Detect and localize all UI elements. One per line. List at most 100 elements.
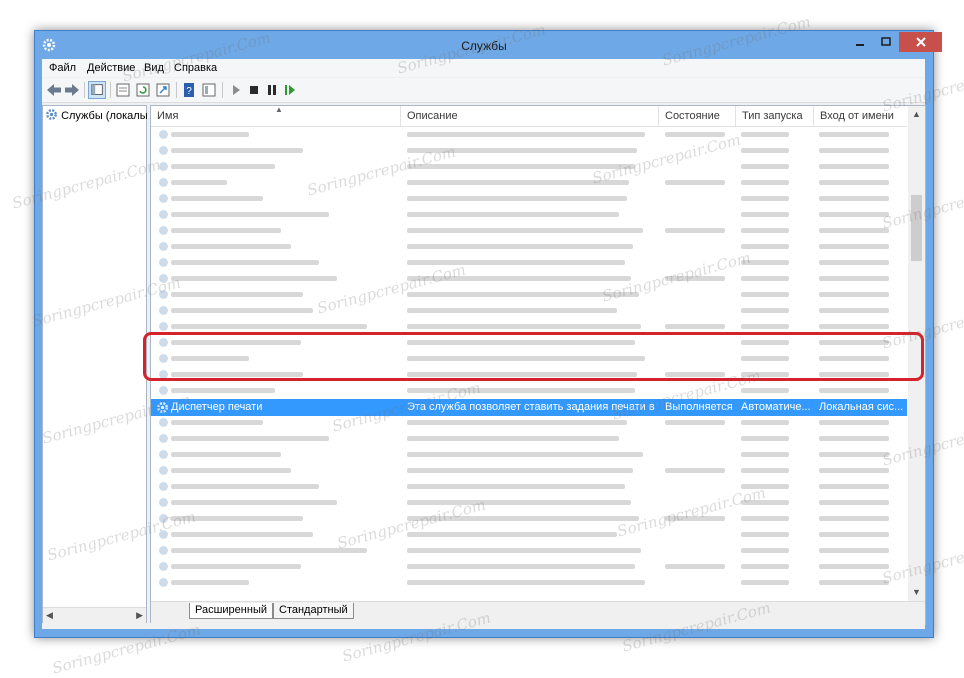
scroll-left-arrow-icon[interactable]: ◀ bbox=[46, 610, 53, 621]
menu-help[interactable]: Справка bbox=[174, 62, 217, 74]
console-tree-icon[interactable] bbox=[200, 81, 218, 99]
scroll-right-arrow-icon[interactable]: ▶ bbox=[136, 610, 143, 621]
service-row[interactable] bbox=[151, 318, 907, 334]
properties-icon[interactable] bbox=[114, 81, 132, 99]
blurred-text bbox=[407, 308, 617, 313]
blurred-text bbox=[407, 436, 619, 441]
blurred-text bbox=[665, 276, 725, 281]
column-status[interactable]: Состояние bbox=[659, 106, 736, 126]
export-list-icon[interactable] bbox=[154, 81, 172, 99]
column-startup-type[interactable]: Тип запуска bbox=[736, 106, 814, 126]
menu-view[interactable]: Вид bbox=[144, 62, 164, 74]
stop-service-icon[interactable] bbox=[245, 81, 263, 99]
blurred-text bbox=[407, 468, 633, 473]
blurred-text bbox=[741, 436, 789, 441]
blurred-text bbox=[665, 468, 725, 473]
service-row[interactable] bbox=[151, 494, 907, 510]
scroll-down-arrow-icon[interactable]: ▼ bbox=[908, 584, 925, 601]
forward-arrow-icon[interactable] bbox=[63, 81, 81, 99]
service-row[interactable] bbox=[151, 526, 907, 542]
service-row[interactable] bbox=[151, 334, 907, 350]
service-row[interactable] bbox=[151, 127, 907, 142]
selected-service-row[interactable]: Диспетчер печати Эта служба позволяет ст… bbox=[151, 399, 907, 416]
service-row[interactable] bbox=[151, 158, 907, 174]
back-arrow-icon[interactable] bbox=[45, 81, 63, 99]
blurred-text bbox=[819, 132, 889, 137]
tab-standard[interactable]: Стандартный bbox=[273, 603, 354, 619]
blurred-text bbox=[741, 356, 789, 361]
scroll-thumb[interactable] bbox=[911, 195, 922, 261]
services-rows: Диспетчер печати Эта служба позволяет ст… bbox=[151, 127, 907, 597]
start-service-icon[interactable] bbox=[227, 81, 245, 99]
service-row[interactable] bbox=[151, 462, 907, 478]
blurred-text bbox=[741, 372, 789, 377]
tree-item-services-local[interactable]: Службы (локалы bbox=[45, 108, 148, 122]
blurred-text bbox=[171, 260, 319, 265]
services-window: Службы Файл Действие Вид Справка ? Служб… bbox=[34, 30, 942, 638]
service-row[interactable] bbox=[151, 222, 907, 238]
maximize-button[interactable] bbox=[873, 32, 899, 52]
service-row[interactable] bbox=[151, 206, 907, 222]
tab-extended[interactable]: Расширенный bbox=[189, 603, 273, 619]
service-gear-icon bbox=[159, 450, 168, 459]
vertical-scrollbar[interactable]: ▲ ▼ bbox=[908, 106, 925, 601]
blurred-text bbox=[741, 132, 789, 137]
service-startup-type: Автоматиче... bbox=[741, 401, 811, 413]
service-row[interactable] bbox=[151, 542, 907, 558]
close-button[interactable] bbox=[899, 32, 942, 52]
service-row[interactable] bbox=[151, 446, 907, 462]
service-row[interactable] bbox=[151, 190, 907, 206]
service-row[interactable] bbox=[151, 254, 907, 270]
help-icon[interactable]: ? bbox=[180, 81, 198, 99]
service-row[interactable] bbox=[151, 286, 907, 302]
blurred-text bbox=[407, 244, 633, 249]
refresh-icon[interactable] bbox=[134, 81, 152, 99]
service-row[interactable] bbox=[151, 414, 907, 430]
blurred-text bbox=[407, 164, 635, 169]
service-gear-icon bbox=[159, 130, 168, 139]
blurred-text bbox=[171, 580, 249, 585]
service-row[interactable] bbox=[151, 574, 907, 590]
service-gear-icon bbox=[159, 178, 168, 187]
service-row[interactable] bbox=[151, 302, 907, 318]
service-row[interactable] bbox=[151, 478, 907, 494]
service-gear-icon bbox=[159, 386, 168, 395]
service-row[interactable] bbox=[151, 350, 907, 366]
service-gear-icon bbox=[159, 562, 168, 571]
title-bar[interactable]: Службы bbox=[35, 31, 942, 59]
service-gear-icon bbox=[159, 242, 168, 251]
blurred-text bbox=[171, 324, 367, 329]
service-row[interactable] bbox=[151, 142, 907, 158]
service-row[interactable] bbox=[151, 510, 907, 526]
service-row[interactable] bbox=[151, 270, 907, 286]
blurred-text bbox=[407, 580, 645, 585]
service-row[interactable] bbox=[151, 238, 907, 254]
restart-service-icon[interactable] bbox=[281, 81, 299, 99]
service-row[interactable] bbox=[151, 382, 907, 398]
service-name: Диспетчер печати bbox=[171, 401, 263, 413]
service-row[interactable] bbox=[151, 558, 907, 574]
blurred-text bbox=[407, 372, 637, 377]
pause-service-icon[interactable] bbox=[263, 81, 281, 99]
column-description[interactable]: Описание bbox=[401, 106, 659, 126]
blurred-text bbox=[171, 500, 337, 505]
service-row[interactable] bbox=[151, 430, 907, 446]
service-gear-icon bbox=[159, 546, 168, 555]
minimize-button[interactable] bbox=[847, 32, 873, 52]
blurred-text bbox=[171, 484, 319, 489]
menu-file[interactable]: Файл bbox=[49, 62, 76, 74]
column-logon-as[interactable]: Вход от имени bbox=[814, 106, 907, 126]
blurred-text bbox=[819, 356, 889, 361]
service-description: Эта служба позволяет ставить задания печ… bbox=[407, 401, 657, 413]
blurred-text bbox=[741, 484, 789, 489]
service-row[interactable] bbox=[151, 366, 907, 382]
tree-horizontal-scrollbar[interactable]: ◀ ▶ bbox=[43, 607, 146, 624]
blurred-text bbox=[407, 292, 639, 297]
scroll-up-arrow-icon[interactable]: ▲ bbox=[908, 106, 925, 123]
service-gear-icon bbox=[159, 210, 168, 219]
service-row[interactable] bbox=[151, 174, 907, 190]
window-title: Службы bbox=[461, 39, 507, 53]
menu-action[interactable]: Действие bbox=[87, 62, 135, 74]
service-gear-icon bbox=[159, 162, 168, 171]
show-hide-tree-icon[interactable] bbox=[88, 81, 106, 99]
